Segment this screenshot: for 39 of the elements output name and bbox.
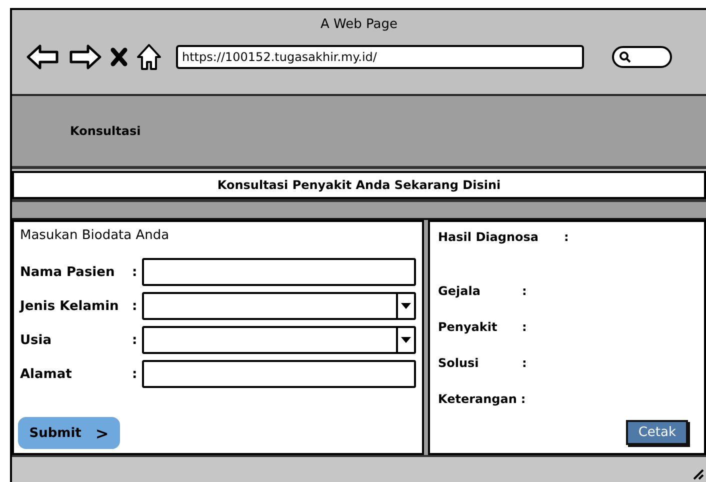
colon: :	[522, 284, 527, 298]
field-label: Nama Pasien	[20, 264, 116, 280]
field-label: Alamat	[20, 366, 73, 382]
back-icon[interactable]	[26, 44, 60, 70]
search-field[interactable]	[612, 46, 672, 68]
result-label: Solusi	[438, 356, 480, 370]
dropdown-arrow-icon	[401, 337, 411, 343]
result-label: Penyakit	[438, 320, 498, 334]
field-label: Jenis Kelamin	[20, 298, 120, 314]
colon: :	[132, 332, 138, 348]
input-field[interactable]	[142, 258, 416, 286]
close-icon[interactable]	[110, 47, 128, 67]
field-label: Usia	[20, 332, 53, 348]
forward-icon[interactable]	[68, 44, 102, 70]
form-title: Masukan Biodata Anda	[20, 228, 170, 243]
colon: :	[132, 298, 138, 314]
colon: :	[522, 320, 527, 334]
resize-grip-icon	[692, 468, 704, 480]
home-icon[interactable]	[136, 43, 162, 71]
colon: :	[564, 230, 569, 244]
dropdown-arrow-icon	[401, 303, 411, 309]
result-label: Keterangan	[438, 392, 517, 406]
result-title: Hasil Diagnosa	[438, 230, 540, 244]
colon: :	[132, 366, 138, 382]
chevron-icon: >	[95, 424, 109, 442]
search-icon	[619, 51, 631, 63]
submit-button[interactable]: Submit >	[18, 417, 120, 449]
colon: :	[522, 356, 527, 370]
banner-text: Konsultasi Penyakit Anda Sekarang Disini	[217, 178, 501, 192]
dropdown-field[interactable]	[142, 326, 416, 354]
nav-link[interactable]: Konsultasi	[70, 124, 141, 138]
colon: :	[132, 264, 138, 280]
result-label: Gejala	[438, 284, 482, 298]
window-title: A Web Page	[320, 16, 398, 34]
dropdown-field[interactable]	[142, 292, 416, 320]
print-button[interactable]: Cetak	[626, 420, 688, 445]
input-field[interactable]	[142, 360, 416, 388]
address-bar[interactable]: https://100152.tugasakhir.my.id/	[176, 45, 584, 69]
colon: :	[520, 392, 526, 406]
